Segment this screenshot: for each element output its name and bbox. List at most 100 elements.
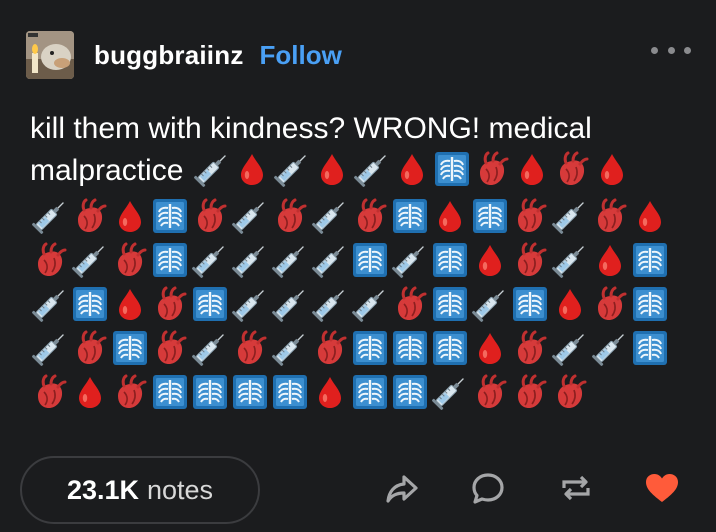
- anatomical-heart-icon: [350, 196, 390, 236]
- x-ray-icon: [470, 196, 510, 236]
- post-header: buggbraiinz Follow: [26, 30, 342, 80]
- x-ray-icon: [390, 196, 430, 236]
- anatomical-heart-icon: [552, 149, 592, 189]
- x-ray-icon: [270, 372, 310, 412]
- share-icon[interactable]: [382, 468, 422, 508]
- anatomical-heart-icon: [390, 284, 430, 324]
- syringe-icon: [550, 328, 590, 368]
- x-ray-icon: [70, 284, 110, 324]
- syringe-icon: [270, 240, 310, 280]
- drop-of-blood-icon: [312, 149, 352, 189]
- anatomical-heart-icon: [70, 328, 110, 368]
- x-ray-icon: [150, 372, 190, 412]
- syringe-icon: [190, 328, 230, 368]
- syringe-icon: [550, 196, 590, 236]
- anatomical-heart-icon: [470, 372, 510, 412]
- anatomical-heart-icon: [510, 240, 550, 280]
- anatomical-heart-icon: [310, 328, 350, 368]
- drop-of-blood-icon: [592, 149, 632, 189]
- syringe-icon: [352, 149, 392, 189]
- drop-of-blood-icon: [232, 149, 272, 189]
- drop-of-blood-icon: [430, 196, 470, 236]
- syringe-icon: [30, 196, 70, 236]
- x-ray-icon: [390, 328, 430, 368]
- drop-of-blood-icon: [550, 284, 590, 324]
- x-ray-icon: [432, 149, 472, 189]
- syringe-icon: [270, 328, 310, 368]
- drop-of-blood-icon: [630, 196, 670, 236]
- syringe-icon: [230, 240, 270, 280]
- syringe-icon: [230, 196, 270, 236]
- syringe-icon: [430, 372, 470, 412]
- anatomical-heart-icon: [230, 328, 270, 368]
- x-ray-icon: [230, 372, 270, 412]
- emoji-row: [30, 282, 670, 326]
- more-options-icon[interactable]: [651, 40, 691, 60]
- anatomical-heart-icon: [510, 372, 550, 412]
- syringe-icon: [350, 284, 390, 324]
- x-ray-icon: [150, 240, 190, 280]
- syringe-icon: [190, 240, 230, 280]
- anatomical-heart-icon: [30, 240, 70, 280]
- syringe-icon: [310, 284, 350, 324]
- caption-emoji-run: [192, 149, 632, 189]
- drop-of-blood-icon: [590, 240, 630, 280]
- emoji-grid: [30, 194, 670, 414]
- drop-of-blood-icon: [70, 372, 110, 412]
- x-ray-icon: [150, 196, 190, 236]
- emoji-row: [30, 326, 670, 370]
- emoji-row: [30, 194, 670, 238]
- anatomical-heart-icon: [70, 196, 110, 236]
- syringe-icon: [390, 240, 430, 280]
- anatomical-heart-icon: [150, 284, 190, 324]
- anatomical-heart-icon: [110, 372, 150, 412]
- notes-label: notes: [147, 474, 214, 505]
- x-ray-icon: [350, 372, 390, 412]
- x-ray-icon: [190, 372, 230, 412]
- syringe-icon: [470, 284, 510, 324]
- anatomical-heart-icon: [190, 196, 230, 236]
- syringe-icon: [30, 284, 70, 324]
- syringe-icon: [310, 196, 350, 236]
- syringe-icon: [30, 328, 70, 368]
- x-ray-icon: [630, 240, 670, 280]
- anatomical-heart-icon: [550, 372, 590, 412]
- post-text-line-2: malpractice: [30, 150, 690, 192]
- notes-button[interactable]: 23.1K notes: [20, 456, 260, 524]
- syringe-icon: [230, 284, 270, 324]
- follow-button[interactable]: Follow: [260, 40, 342, 71]
- anatomical-heart-icon: [270, 196, 310, 236]
- reply-icon[interactable]: [468, 468, 508, 508]
- x-ray-icon: [430, 284, 470, 324]
- like-heart-icon[interactable]: [642, 468, 682, 508]
- anatomical-heart-icon: [110, 240, 150, 280]
- emoji-row: [30, 370, 670, 414]
- post-body: kill them with kindness? WRONG! medical …: [30, 108, 690, 192]
- reblog-icon[interactable]: [556, 468, 596, 508]
- syringe-icon: [310, 240, 350, 280]
- x-ray-icon: [630, 284, 670, 324]
- x-ray-icon: [350, 328, 390, 368]
- x-ray-icon: [430, 328, 470, 368]
- anatomical-heart-icon: [590, 284, 630, 324]
- x-ray-icon: [190, 284, 230, 324]
- post-text-line-1: kill them with kindness? WRONG! medical: [30, 112, 592, 145]
- drop-of-blood-icon: [110, 196, 150, 236]
- syringe-icon: [192, 149, 232, 189]
- notes-count: 23.1K: [66, 474, 139, 505]
- drop-of-blood-icon: [470, 240, 510, 280]
- anatomical-heart-icon: [150, 328, 190, 368]
- drop-of-blood-icon: [110, 284, 150, 324]
- x-ray-icon: [350, 240, 390, 280]
- syringe-icon: [272, 149, 312, 189]
- drop-of-blood-icon: [470, 328, 510, 368]
- x-ray-icon: [390, 372, 430, 412]
- x-ray-icon: [630, 328, 670, 368]
- emoji-row: [30, 238, 670, 282]
- avatar[interactable]: [26, 31, 74, 79]
- anatomical-heart-icon: [590, 196, 630, 236]
- username[interactable]: buggbraiinz: [94, 40, 244, 71]
- syringe-icon: [70, 240, 110, 280]
- x-ray-icon: [510, 284, 550, 324]
- anatomical-heart-icon: [510, 196, 550, 236]
